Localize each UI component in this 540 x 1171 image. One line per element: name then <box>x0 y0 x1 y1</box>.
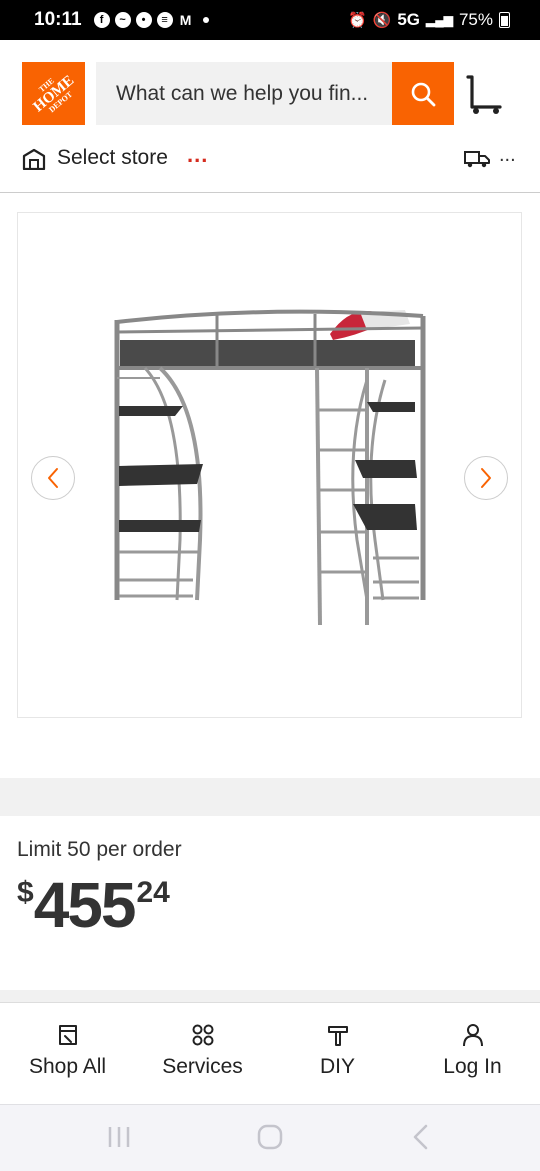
section-divider <box>0 778 540 816</box>
next-image-button[interactable] <box>464 456 508 500</box>
services-icon <box>192 1024 213 1046</box>
user-icon <box>462 1024 483 1047</box>
order-limit-text: Limit 50 per order <box>17 838 182 861</box>
search-input[interactable] <box>114 80 392 107</box>
delivery-truck-icon[interactable] <box>464 150 490 168</box>
price-cents: 24 <box>136 876 170 909</box>
price-currency: $ <box>17 876 34 909</box>
nav-label-log-in: Log In <box>443 1055 502 1078</box>
recent-apps-icon[interactable] <box>106 1125 132 1149</box>
status-right: ⏰ 🔇 5G ▂▄▆ 75% <box>348 10 510 30</box>
battery-percent: 75% <box>458 10 493 29</box>
chevron-right-icon <box>481 468 491 488</box>
nav-shop-all[interactable]: Shop All <box>0 1003 135 1105</box>
system-navigation-bar <box>0 1104 540 1171</box>
status-bar: 10:11 f ~ • ≡ M ⏰ 🔇 5G ▂▄▆ 75% <box>0 0 540 40</box>
select-store-link[interactable]: Select store <box>57 146 168 170</box>
mute-icon: 🔇 <box>372 12 392 29</box>
alarm-icon: ⏰ <box>347 12 367 29</box>
gmail-icon: M <box>179 12 192 28</box>
nav-services[interactable]: Services <box>135 1003 270 1105</box>
home-icon[interactable] <box>257 1124 283 1150</box>
search-button[interactable] <box>392 62 454 125</box>
store-loading-indicator: ... <box>187 142 209 167</box>
shop-all-icon <box>58 1025 77 1045</box>
status-time: 10:11 <box>34 9 82 30</box>
product-price: $ 455 24 <box>17 870 170 940</box>
nav-label-diy: DIY <box>319 1055 355 1078</box>
nav-diy[interactable]: DIY <box>270 1003 405 1105</box>
nav-label-shop-all: Shop All <box>28 1055 107 1078</box>
search-box <box>96 62 392 125</box>
network-label: 5G <box>397 10 420 29</box>
bottom-navigation: Shop All Services DIY Log In <box>0 1002 540 1105</box>
store-icon <box>22 148 46 170</box>
price-dollars: 455 <box>33 869 137 941</box>
home-depot-logo[interactable]: THE HOME DEPOT <box>22 62 85 125</box>
previous-image-button[interactable] <box>31 456 75 500</box>
section-divider-bottom <box>0 990 540 1002</box>
notification-icons: f ~ • ≡ M <box>93 12 209 28</box>
battery-icon <box>499 12 510 28</box>
back-icon[interactable] <box>410 1124 430 1150</box>
more-notifications-dot <box>202 17 209 23</box>
delivery-loading-indicator: ... <box>499 144 516 166</box>
facebook-icon: f <box>93 12 110 28</box>
message-icon: ≡ <box>156 12 173 28</box>
nav-log-in[interactable]: Log In <box>405 1003 540 1105</box>
header: THE HOME DEPOT <box>0 40 540 150</box>
diy-icon <box>327 1026 348 1046</box>
store-selector-row: Select store ... ... <box>0 140 540 193</box>
nav-label-services: Services <box>162 1055 243 1078</box>
chevron-left-icon <box>48 468 58 488</box>
signal-icon: ▂▄▆ <box>426 13 453 27</box>
cart-icon[interactable] <box>464 75 504 115</box>
messenger-icon: ~ <box>114 12 131 28</box>
loft-bed-image[interactable] <box>105 300 435 630</box>
search-icon <box>411 82 436 106</box>
chat-icon: • <box>135 12 152 28</box>
